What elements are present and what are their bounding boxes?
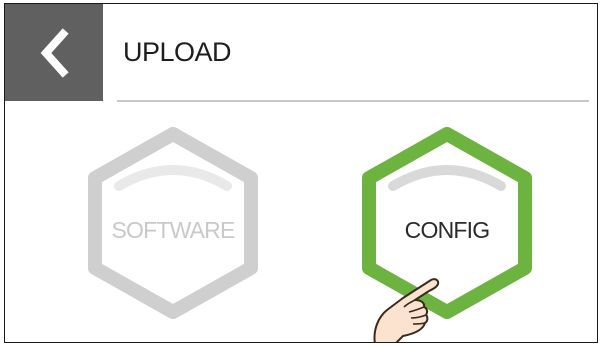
header-divider bbox=[117, 100, 589, 102]
page-title: UPLOAD bbox=[123, 37, 232, 67]
software-option-button[interactable]: SOFTWARE bbox=[73, 116, 273, 342]
chevron-left-icon bbox=[40, 28, 69, 78]
software-label: SOFTWARE bbox=[111, 217, 235, 243]
config-label: CONFIG bbox=[404, 217, 490, 243]
back-button[interactable] bbox=[5, 4, 103, 101]
touch-screen: UPLOAD SOFTWARE CONFIG bbox=[4, 3, 598, 343]
tap-hand-icon bbox=[367, 274, 447, 342]
